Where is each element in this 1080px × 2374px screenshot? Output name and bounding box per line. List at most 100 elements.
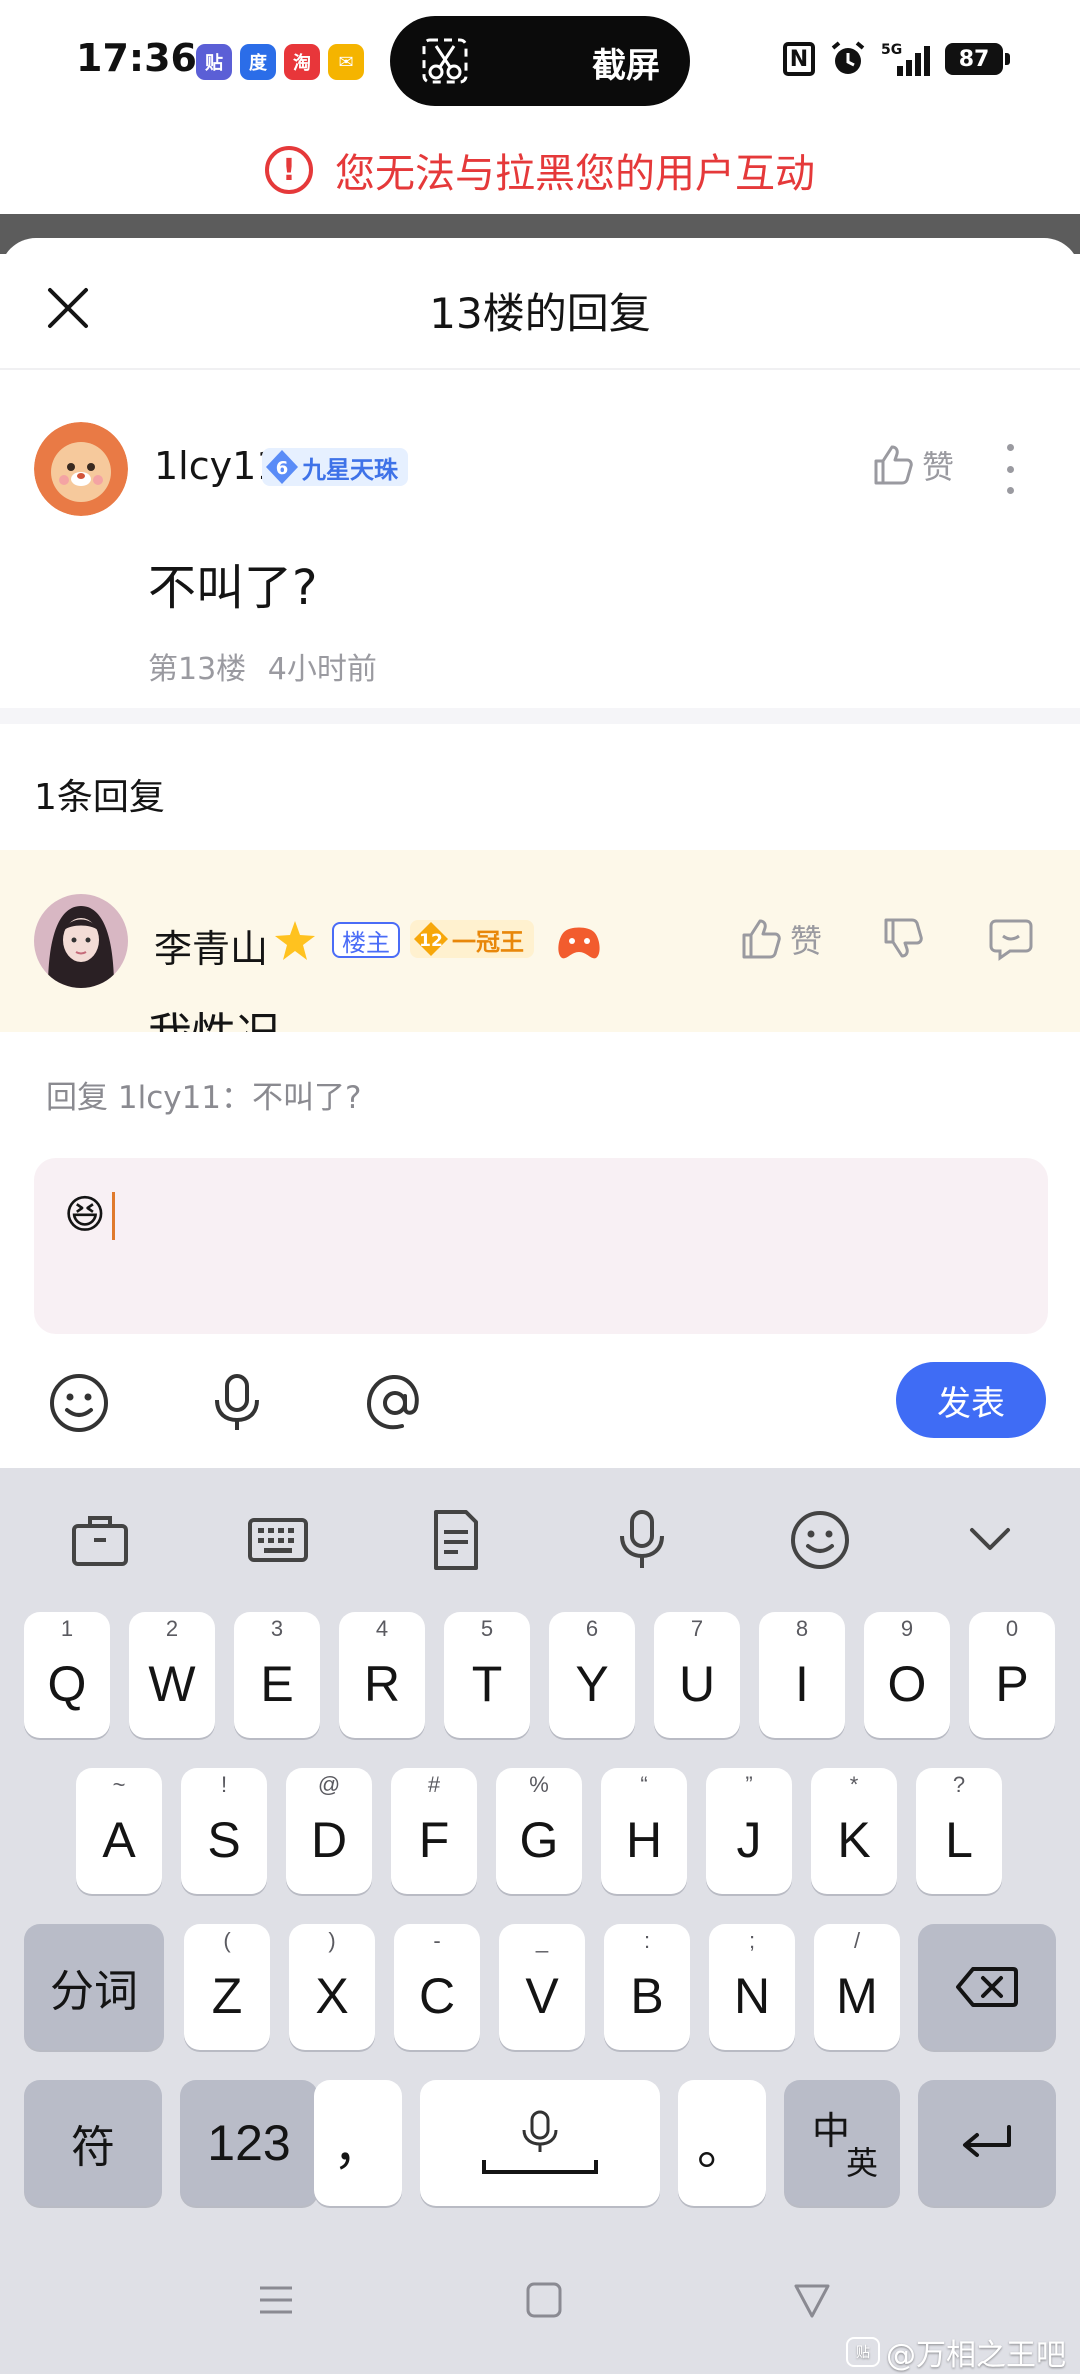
- key-hint: ”: [745, 1772, 753, 1797]
- key-label: D: [310, 1812, 348, 1868]
- key-l[interactable]: ? L: [916, 1768, 1002, 1894]
- backspace-key[interactable]: [918, 1924, 1056, 2050]
- reply-input[interactable]: 😆: [34, 1158, 1048, 1334]
- key-t[interactable]: 5T: [444, 1612, 530, 1738]
- reply-item[interactable]: 李青山 楼主 12 一冠王 赞 我性况: [0, 850, 1080, 1038]
- key-label: G: [519, 1812, 559, 1868]
- voice-icon[interactable]: [204, 1370, 270, 1436]
- keyboard-mic-icon[interactable]: [610, 1508, 674, 1572]
- key-y[interactable]: 6Y: [549, 1612, 635, 1738]
- key-b[interactable]: :B: [604, 1924, 690, 2050]
- status-bar: 17:36 贴度淘 ✉ 截屏 N 5G 87: [0, 0, 1080, 120]
- key-r[interactable]: 4R: [339, 1612, 425, 1738]
- key-h[interactable]: “H: [601, 1768, 687, 1894]
- key-hint: 9: [900, 1616, 914, 1641]
- menu-nav-icon[interactable]: [254, 2278, 298, 2322]
- reply-sheet: 13楼的回复 1lcy11 6 九星天珠 赞 不叫了? 第13楼 4小时前 1条…: [0, 238, 1080, 1038]
- key-label: M: [836, 1968, 878, 2024]
- key-label: W: [148, 1656, 196, 1712]
- keyboard-emoji-icon[interactable]: [788, 1508, 852, 1572]
- key-o[interactable]: 9O: [864, 1612, 950, 1738]
- screenshot-label: 截屏: [592, 46, 660, 86]
- key-d[interactable]: @ D: [286, 1768, 372, 1894]
- keyboard-layout-icon[interactable]: [246, 1508, 310, 1572]
- key-label: B: [630, 1968, 664, 2024]
- reply-username[interactable]: 李青山: [154, 918, 268, 973]
- more-options-icon[interactable]: [1000, 444, 1020, 494]
- send-button[interactable]: 发表: [896, 1362, 1046, 1438]
- key-p[interactable]: 0P: [969, 1612, 1055, 1738]
- tieba-icon: 贴: [196, 44, 232, 80]
- watermark-logo-icon: 贴: [846, 2337, 880, 2367]
- key-hint: 8: [795, 1616, 809, 1641]
- document-icon[interactable]: [424, 1508, 488, 1572]
- reply-like-button[interactable]: 赞: [738, 916, 822, 962]
- like-button[interactable]: 赞: [870, 442, 954, 488]
- number-key[interactable]: 123: [180, 2080, 318, 2206]
- status-time: 17:36: [76, 36, 197, 80]
- language-switch-key[interactable]: 中 英: [784, 2080, 900, 2206]
- key-label: Q: [47, 1656, 87, 1712]
- key-g[interactable]: % G: [496, 1768, 582, 1894]
- space-key[interactable]: [420, 2080, 660, 2206]
- key-i[interactable]: 8I: [759, 1612, 845, 1738]
- key-x[interactable]: ) X: [289, 1924, 375, 2050]
- key-hint: ?: [952, 1772, 966, 1797]
- lion-avatar-icon: [34, 422, 128, 516]
- key-j[interactable]: ” J: [706, 1768, 792, 1894]
- clipboard-toolbox-icon[interactable]: [68, 1508, 132, 1572]
- svg-text:12: 12: [419, 931, 443, 951]
- key-label: X: [315, 1968, 349, 2024]
- key-k[interactable]: * K: [811, 1768, 897, 1894]
- reply-like-label: 赞: [790, 922, 823, 960]
- period-key[interactable]: 。: [678, 2080, 766, 2206]
- key-w[interactable]: 2W: [129, 1612, 215, 1738]
- mention-icon[interactable]: [362, 1370, 428, 1436]
- comma-key[interactable]: ，: [314, 2080, 402, 2206]
- key-s[interactable]: ! S: [181, 1768, 267, 1894]
- key-f[interactable]: # F: [391, 1768, 477, 1894]
- key-n[interactable]: ; N: [709, 1924, 795, 2050]
- diamond-icon: 6: [266, 450, 298, 484]
- level-title: 九星天珠: [302, 455, 398, 484]
- backspace-icon: [956, 1967, 1018, 2007]
- collapse-keyboard-icon[interactable]: [958, 1508, 1022, 1572]
- key-z[interactable]: (Z: [184, 1924, 270, 2050]
- key-hint: ~: [112, 1772, 126, 1797]
- screenshot-pill[interactable]: 截屏: [390, 16, 690, 106]
- segment-key[interactable]: 分词: [24, 1924, 164, 2050]
- avatar[interactable]: [34, 422, 128, 516]
- key-label: P: [995, 1656, 1029, 1712]
- back-nav-icon[interactable]: [790, 2278, 834, 2322]
- comment-icon[interactable]: [988, 916, 1034, 962]
- key-v[interactable]: _ V: [499, 1924, 585, 2050]
- thumbs-up-icon: [742, 919, 781, 959]
- key-hint: 7: [690, 1616, 704, 1641]
- key-c[interactable]: -C: [394, 1924, 480, 2050]
- signal-icon: 5G: [881, 42, 930, 76]
- reply-level-badge: 12 一冠王: [410, 920, 534, 958]
- key-e[interactable]: 3E: [234, 1612, 320, 1738]
- key-q[interactable]: 1Q: [24, 1612, 110, 1738]
- key-a[interactable]: ~ A: [76, 1768, 162, 1894]
- key-label: N: [733, 1968, 771, 2024]
- key-label: F: [418, 1812, 450, 1868]
- key-m[interactable]: / M: [814, 1924, 900, 2050]
- reply-avatar[interactable]: [34, 894, 128, 988]
- emoji-icon[interactable]: [46, 1370, 112, 1436]
- enter-key[interactable]: [918, 2080, 1056, 2206]
- symbol-key[interactable]: 符: [24, 2080, 162, 2206]
- battery-indicator: 87: [945, 43, 1010, 75]
- key-hint: :: [643, 1928, 651, 1953]
- gamepad-icon: [558, 927, 600, 959]
- key-u[interactable]: 7U: [654, 1612, 740, 1738]
- key-hint: %: [529, 1772, 549, 1797]
- home-nav-icon[interactable]: [522, 2278, 566, 2322]
- key-label: R: [363, 1656, 401, 1712]
- key-label: I: [795, 1656, 809, 1712]
- alarm-icon: [831, 41, 865, 74]
- thumbs-down-icon[interactable]: [880, 916, 924, 960]
- key-label: H: [625, 1812, 663, 1868]
- key-hint: (: [223, 1928, 231, 1953]
- post-content: 不叫了?: [148, 560, 318, 616]
